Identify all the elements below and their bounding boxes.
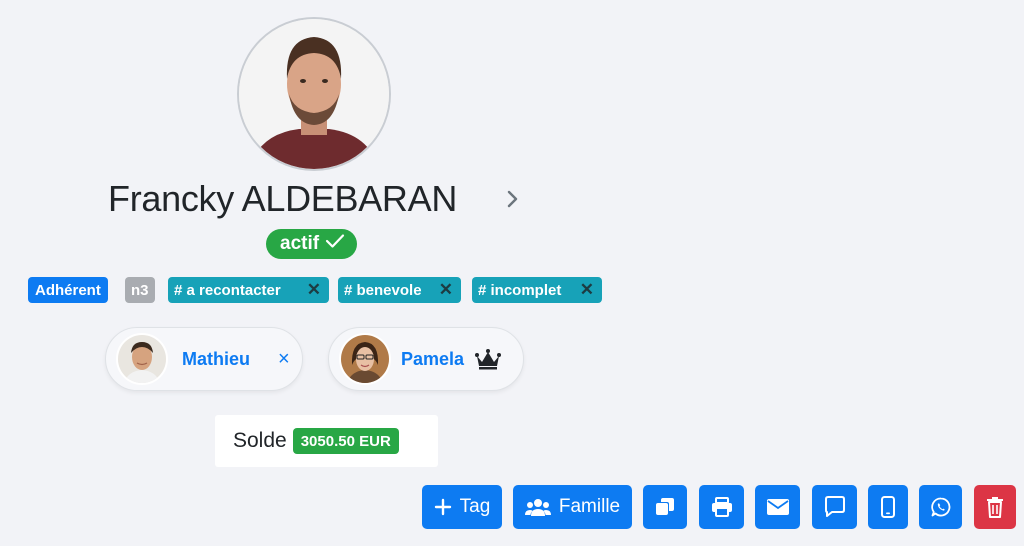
status-badge: actif	[266, 229, 358, 259]
tag-label: # benevole	[344, 281, 422, 299]
tag-label: # incomplet	[478, 281, 562, 299]
balance-amount-badge: 3050.50 EUR	[292, 428, 399, 454]
email-button[interactable]	[755, 485, 800, 529]
family-member-card: Pamela	[328, 327, 524, 391]
remove-tag-icon[interactable]: ✕	[439, 280, 453, 300]
users-icon	[524, 497, 551, 517]
profile-name: Francky ALDEBARAN	[108, 178, 458, 219]
duplicate-button[interactable]	[643, 485, 687, 529]
balance-box: Solde 3050.50 EUR	[215, 415, 438, 467]
message-icon	[824, 496, 846, 518]
print-icon	[711, 497, 733, 517]
profile-avatar	[237, 17, 391, 171]
remove-tag-icon[interactable]: ✕	[307, 280, 321, 300]
message-button[interactable]	[812, 485, 857, 529]
family-label: Famille	[558, 496, 621, 517]
balance-label: Solde	[233, 429, 287, 452]
print-button[interactable]	[699, 485, 744, 529]
crown-icon	[474, 348, 502, 370]
plus-icon	[434, 498, 452, 516]
delete-button[interactable]	[974, 485, 1016, 529]
member-avatar	[339, 333, 391, 385]
check-icon	[325, 233, 345, 255]
whatsapp-icon	[930, 497, 951, 517]
member-avatar	[116, 333, 168, 385]
level-badge: n3	[125, 277, 155, 303]
status-label: actif	[280, 233, 320, 254]
member-name[interactable]: Pamela	[401, 349, 464, 370]
remove-member-button[interactable]: ×	[278, 348, 290, 371]
member-name[interactable]: Mathieu	[182, 349, 250, 370]
mobile-icon	[881, 496, 895, 518]
tag-badge: # benevole ✕	[338, 277, 461, 303]
duplicate-icon	[655, 497, 675, 517]
trash-icon	[986, 496, 1004, 518]
add-tag-label: Tag	[459, 496, 491, 517]
family-member-card: Mathieu ×	[105, 327, 303, 391]
chevron-right-icon[interactable]	[503, 186, 523, 212]
add-tag-button[interactable]: Tag	[422, 485, 502, 529]
sms-button[interactable]	[868, 485, 908, 529]
whatsapp-button[interactable]	[919, 485, 962, 529]
member-type-badge: Adhérent	[28, 277, 108, 303]
email-icon	[766, 499, 789, 515]
family-button[interactable]: Famille	[513, 485, 632, 529]
tag-label: # a recontacter	[174, 281, 281, 299]
tag-badge: # a recontacter ✕	[168, 277, 329, 303]
remove-tag-icon[interactable]: ✕	[580, 280, 594, 300]
tag-badge: # incomplet ✕	[472, 277, 602, 303]
